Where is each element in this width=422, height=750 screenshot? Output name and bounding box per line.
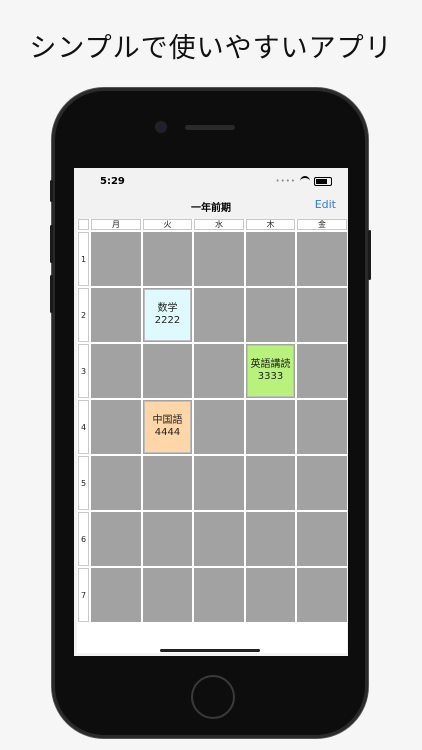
- course-cell-english-reading[interactable]: 英語講読 3333: [247, 345, 294, 397]
- course-code: 3333: [257, 371, 284, 382]
- period-label-2: 2: [78, 288, 89, 342]
- timetable-cell[interactable]: [91, 344, 141, 398]
- course-name: 数学: [157, 303, 178, 314]
- timetable-cell[interactable]: [194, 344, 244, 398]
- power-button: [368, 230, 371, 280]
- timetable-cell[interactable]: [143, 456, 192, 510]
- app-screen: 5:29 •••• 一年前期 Edit 月 火 水 木 金 1 2 3 4 5 …: [74, 168, 348, 656]
- volume-up-button: [50, 225, 53, 263]
- status-icons: ••••: [275, 176, 332, 186]
- timetable-cell[interactable]: [246, 512, 295, 566]
- course-code: 2222: [154, 315, 181, 326]
- timetable-cell[interactable]: [297, 512, 347, 566]
- battery-icon: [314, 176, 332, 186]
- signal-icon: ••••: [275, 177, 296, 185]
- wifi-icon: [300, 176, 310, 186]
- edit-button[interactable]: Edit: [315, 198, 336, 211]
- course-name: 英語講読: [250, 359, 291, 370]
- home-button[interactable]: [191, 675, 235, 719]
- timetable-cell[interactable]: [91, 568, 141, 622]
- day-header-thu: 木: [246, 219, 295, 230]
- timetable-cell[interactable]: [143, 512, 192, 566]
- course-name: 中国語: [152, 415, 183, 426]
- mute-switch: [50, 180, 53, 202]
- timetable-cell[interactable]: [143, 568, 192, 622]
- timetable-cell[interactable]: [297, 344, 347, 398]
- promo-headline: シンプルで使いやすいアプリ: [29, 33, 393, 64]
- page-title: 一年前期: [191, 203, 231, 214]
- day-header-wed: 水: [194, 219, 244, 230]
- timetable-cell[interactable]: [297, 400, 347, 454]
- front-camera-icon: [157, 123, 165, 131]
- timetable-grid: 月 火 水 木 金 1 2 3 4 5 6 7 数学 2222 英語講読 333…: [77, 219, 347, 653]
- period-label-5: 5: [78, 456, 89, 510]
- timetable-cell[interactable]: [194, 232, 244, 286]
- timetable-cell[interactable]: [91, 400, 141, 454]
- day-header-fri: 金: [297, 219, 347, 230]
- timetable-cell[interactable]: [246, 400, 295, 454]
- timetable-cell[interactable]: [91, 456, 141, 510]
- course-cell-math[interactable]: 数学 2222: [144, 289, 191, 341]
- timetable-cell[interactable]: [194, 400, 244, 454]
- corner-cell: [78, 219, 89, 230]
- timetable-cell[interactable]: [194, 512, 244, 566]
- timetable-cell[interactable]: [297, 288, 347, 342]
- navigation-bar: 一年前期 Edit: [74, 194, 348, 218]
- speaker-grille: [185, 125, 235, 130]
- period-label-7: 7: [78, 568, 89, 622]
- timetable-cell[interactable]: [91, 232, 141, 286]
- timetable-cell[interactable]: [246, 232, 295, 286]
- status-time: 5:29: [100, 176, 125, 187]
- timetable-cell[interactable]: [297, 232, 347, 286]
- timetable-cell[interactable]: [194, 456, 244, 510]
- volume-down-button: [50, 275, 53, 313]
- day-header-mon: 月: [91, 219, 141, 230]
- timetable-cell[interactable]: [246, 288, 295, 342]
- timetable-cell[interactable]: [143, 344, 192, 398]
- timetable-cell[interactable]: [143, 232, 192, 286]
- course-cell-chinese[interactable]: 中国語 4444: [144, 401, 191, 453]
- day-header-tue: 火: [143, 219, 192, 230]
- timetable-cell[interactable]: [91, 288, 141, 342]
- home-indicator: [160, 649, 260, 652]
- timetable-cell[interactable]: [246, 568, 295, 622]
- timetable-cell[interactable]: [297, 568, 347, 622]
- period-label-6: 6: [78, 512, 89, 566]
- status-bar: 5:29 ••••: [74, 168, 348, 194]
- course-code: 4444: [154, 427, 181, 438]
- timetable-cell[interactable]: [246, 456, 295, 510]
- period-label-1: 1: [78, 232, 89, 286]
- timetable-cell[interactable]: [91, 512, 141, 566]
- timetable-cell[interactable]: [194, 288, 244, 342]
- timetable-cell[interactable]: [297, 456, 347, 510]
- period-label-4: 4: [78, 400, 89, 454]
- timetable-cell[interactable]: [194, 568, 244, 622]
- period-label-3: 3: [78, 344, 89, 398]
